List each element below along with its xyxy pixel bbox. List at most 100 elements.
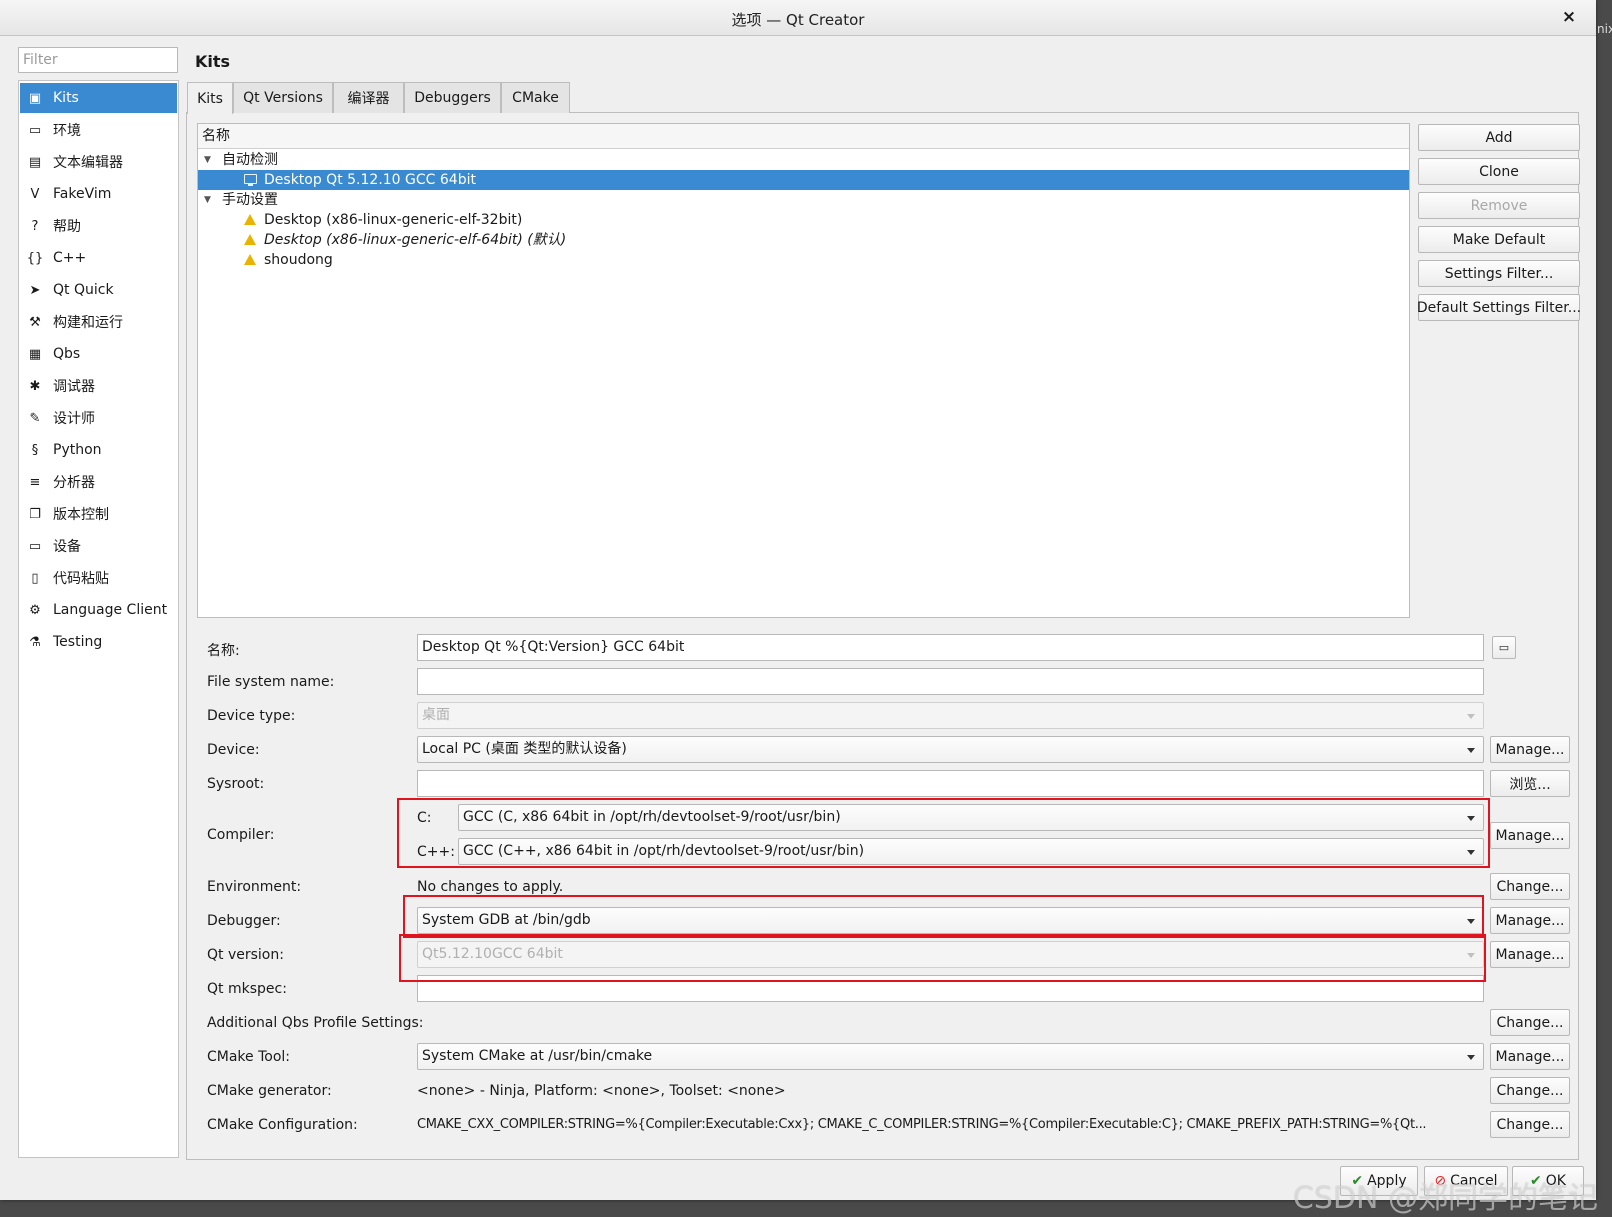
clipboard-icon: ▯: [31, 570, 39, 586]
dropdown-arrow-icon: [1467, 919, 1475, 924]
qt-quick-icon: ➤: [29, 282, 41, 298]
sidebar-item-fakevim[interactable]: V FakeVim: [20, 179, 177, 209]
sidebar-item-设计师[interactable]: ✎ 设计师: [20, 403, 177, 433]
sidebar-item-label: Kits: [53, 90, 79, 106]
sidebar-item-帮助[interactable]: ? 帮助: [20, 211, 177, 241]
qbs-profile-label: Additional Qbs Profile Settings:: [207, 1015, 424, 1031]
compiler-cpp-combo[interactable]: GCC (C++, x86 64bit in /opt/rh/devtoolse…: [458, 838, 1484, 865]
remove-button[interactable]: Remove: [1418, 192, 1580, 219]
tree-item-desktop-64bit-default[interactable]: Desktop (x86-linux-generic-elf-64bit) (默…: [198, 230, 1409, 250]
sidebar-item-label: Testing: [53, 634, 103, 650]
dropdown-arrow-icon: [1467, 748, 1475, 753]
debugger-combo[interactable]: System GDB at /bin/gdb: [417, 907, 1484, 934]
testing-icon: ⚗: [29, 634, 41, 650]
compiler-label: Compiler:: [207, 827, 275, 843]
dropdown-arrow-icon: [1467, 953, 1475, 958]
warning-icon: [244, 254, 256, 265]
sysroot-browse-button[interactable]: 浏览...: [1490, 770, 1570, 797]
cmake-configuration-change-button[interactable]: Change...: [1490, 1111, 1570, 1138]
cmake-tool-manage-button[interactable]: Manage...: [1490, 1043, 1570, 1070]
sidebar-item-label: 环境: [53, 123, 81, 139]
dropdown-arrow-icon: [1467, 850, 1475, 855]
sidebar-item-构建和运行[interactable]: ⚒ 构建和运行: [20, 307, 177, 337]
default-settings-filter-button[interactable]: Default Settings Filter...: [1417, 294, 1581, 321]
sidebar-item-代码粘贴[interactable]: ▯ 代码粘贴: [20, 563, 177, 593]
device-type-combo: 桌面: [417, 702, 1484, 729]
sidebar-item-kits[interactable]: ▣ Kits: [20, 83, 177, 113]
sidebar-item-环境[interactable]: ▭ 环境: [20, 115, 177, 145]
sidebar-item-调试器[interactable]: ✱ 调试器: [20, 371, 177, 401]
debugger-label: Debugger:: [207, 913, 281, 929]
sidebar-item-qt-quick[interactable]: ➤ Qt Quick: [20, 275, 177, 305]
sidebar-item-qbs[interactable]: ▦ Qbs: [20, 339, 177, 369]
environment-change-button[interactable]: Change...: [1490, 873, 1570, 900]
tree-group-manual[interactable]: ▼ 手动设置: [198, 190, 1409, 210]
device-icon-button[interactable]: ▭: [1492, 636, 1516, 659]
tree-group-auto-detected[interactable]: ▼ 自动检测: [198, 150, 1409, 170]
kits-tree[interactable]: 名称 ▼ 自动检测 Desktop Qt 5.12.10 GCC 64bit ▼…: [197, 123, 1410, 618]
tree-item-desktop-32bit[interactable]: Desktop (x86-linux-generic-elf-32bit): [198, 210, 1409, 230]
cmake-configuration-value: CMAKE_CXX_COMPILER:STRING=%{Compiler:Exe…: [417, 1117, 1427, 1132]
help-icon: ?: [31, 218, 39, 234]
tree-item-label: shoudong: [264, 252, 333, 268]
tab-debuggers[interactable]: Debuggers: [404, 82, 501, 113]
collapse-arrow-icon[interactable]: ▼: [204, 190, 211, 210]
qt-version-manage-button[interactable]: Manage...: [1490, 941, 1570, 968]
combo-value: System CMake at /usr/bin/cmake: [422, 1048, 653, 1064]
watermark: CSDN @郑同学的笔记: [1292, 1181, 1598, 1216]
sidebar-item-label: Qt Quick: [53, 282, 114, 298]
monitor-icon: ▭: [1498, 641, 1510, 654]
environment-label: Environment:: [207, 879, 302, 895]
tab-kits[interactable]: Kits: [187, 82, 233, 114]
debugger-manage-button[interactable]: Manage...: [1490, 907, 1570, 934]
device-combo[interactable]: Local PC (桌面 类型的默认设备): [417, 736, 1484, 763]
tree-item-desktop-qt-5-12-10[interactable]: Desktop Qt 5.12.10 GCC 64bit: [198, 170, 1409, 190]
dropdown-arrow-icon: [1467, 1055, 1475, 1060]
collapse-arrow-icon[interactable]: ▼: [204, 150, 211, 170]
name-field[interactable]: Desktop Qt %{Qt:Version} GCC 64bit: [417, 634, 1484, 661]
sidebar-item-python[interactable]: § Python: [20, 435, 177, 465]
compiler-c-combo[interactable]: GCC (C, x86 64bit in /opt/rh/devtoolset-…: [458, 804, 1484, 831]
tab-compilers[interactable]: 编译器: [333, 82, 404, 113]
qbs-icon: ▦: [28, 346, 42, 362]
sidebar-item-testing[interactable]: ⚗ Testing: [20, 627, 177, 657]
clone-button[interactable]: Clone: [1418, 158, 1580, 185]
cmake-tool-combo[interactable]: System CMake at /usr/bin/cmake: [417, 1043, 1484, 1070]
combo-value: Local PC (桌面 类型的默认设备): [422, 741, 627, 757]
file-system-name-field[interactable]: [417, 668, 1484, 695]
sidebar-item-文本编辑器[interactable]: ▤ 文本编辑器: [20, 147, 177, 177]
filter-input[interactable]: [18, 47, 178, 73]
bug-icon: ✱: [29, 378, 41, 394]
category-sidebar: ▣ Kits ▭ 环境 ▤ 文本编辑器 V FakeVim? 帮助 {} C++ ➤ Qt Quick ⚒…: [18, 80, 179, 1158]
python-icon: §: [31, 442, 39, 458]
sidebar-item-设备[interactable]: ▭ 设备: [20, 531, 177, 561]
window-title: 选项 — Qt Creator: [731, 11, 865, 29]
name-label: 名称:: [207, 643, 240, 659]
tab-cmake[interactable]: CMake: [501, 82, 570, 113]
tab-qt-versions[interactable]: Qt Versions: [233, 82, 333, 113]
device-manage-button[interactable]: Manage...: [1490, 736, 1570, 763]
dropdown-arrow-icon: [1467, 816, 1475, 821]
combo-value: Qt5.12.10GCC 64bit: [422, 946, 563, 962]
make-default-button[interactable]: Make Default: [1418, 226, 1580, 253]
tree-item-shoudong[interactable]: shoudong: [198, 250, 1409, 270]
sidebar-item-language-client[interactable]: ⚙ Language Client: [20, 595, 177, 625]
add-button[interactable]: Add: [1418, 124, 1580, 151]
compiler-manage-button[interactable]: Manage...: [1490, 822, 1570, 849]
tree-group-label: 手动设置: [222, 192, 278, 208]
settings-filter-button[interactable]: Settings Filter...: [1418, 260, 1580, 287]
device-type-label: Device type:: [207, 708, 296, 724]
sysroot-field[interactable]: [417, 770, 1484, 797]
sidebar-item-label: 版本控制: [53, 507, 109, 523]
sidebar-item-版本控制[interactable]: ❐ 版本控制: [20, 499, 177, 529]
warning-icon: [244, 214, 256, 225]
close-button[interactable]: ×: [1558, 6, 1580, 28]
tree-header-name[interactable]: 名称: [198, 124, 1409, 149]
sidebar-item-label: 设备: [53, 539, 81, 555]
cmake-generator-change-button[interactable]: Change...: [1490, 1077, 1570, 1104]
sidebar-item-c-[interactable]: {} C++: [20, 243, 177, 273]
qbs-profile-change-button[interactable]: Change...: [1490, 1009, 1570, 1036]
sidebar-item-分析器[interactable]: ≡ 分析器: [20, 467, 177, 497]
dropdown-arrow-icon: [1467, 714, 1475, 719]
qt-mkspec-field[interactable]: [417, 975, 1484, 1002]
